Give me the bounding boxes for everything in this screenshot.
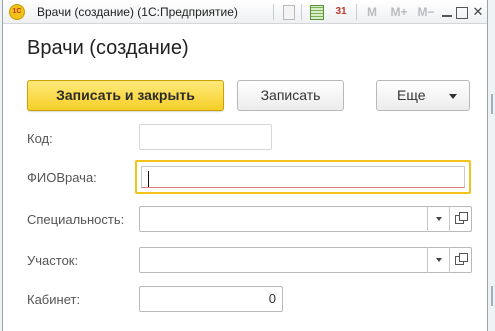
uchastok-open-icon[interactable] bbox=[449, 247, 471, 273]
document-icon[interactable] bbox=[281, 3, 295, 21]
background-mark bbox=[491, 286, 493, 306]
background-strip bbox=[488, 0, 495, 331]
calendar-icon[interactable]: 31 bbox=[333, 3, 349, 21]
save-button[interactable]: Записать bbox=[237, 80, 344, 111]
memory-button[interactable]: M bbox=[365, 3, 379, 21]
uchastok-label: Участок: bbox=[27, 253, 79, 268]
fio-field[interactable] bbox=[135, 160, 471, 194]
uchastok-field[interactable] bbox=[139, 247, 472, 273]
fio-input[interactable] bbox=[141, 166, 465, 188]
chevron-down-icon bbox=[449, 94, 457, 99]
spec-open-icon[interactable] bbox=[449, 206, 471, 232]
toolbar-separator bbox=[273, 4, 274, 20]
save-and-close-button[interactable]: Записать и закрыть bbox=[27, 80, 224, 111]
window-title: Врачи (создание) (1С:Предприятие) bbox=[37, 5, 238, 19]
minimize-icon[interactable] bbox=[441, 3, 453, 21]
kabinet-label: Кабинет: bbox=[27, 292, 81, 307]
kabinet-value: 0 bbox=[268, 291, 276, 306]
background-mark bbox=[491, 94, 493, 114]
memory-minus-button[interactable]: M− bbox=[415, 3, 437, 21]
spec-field[interactable] bbox=[139, 206, 472, 232]
toolbar-separator bbox=[301, 4, 302, 20]
title-bar: 1С Врачи (создание) (1С:Предприятие) 31 … bbox=[3, 0, 487, 24]
fio-label: ФИОВрача: bbox=[27, 170, 97, 185]
uchastok-dropdown-icon[interactable] bbox=[427, 247, 449, 273]
maximize-icon[interactable] bbox=[454, 3, 468, 21]
toolbar-separator bbox=[356, 4, 357, 20]
kod-field[interactable] bbox=[139, 124, 272, 150]
kabinet-field[interactable]: 0 bbox=[139, 286, 283, 312]
form-window: 1С Врачи (создание) (1С:Предприятие) 31 … bbox=[2, 0, 488, 331]
calculator-icon[interactable] bbox=[309, 3, 324, 21]
page-title: Врачи (создание) bbox=[27, 37, 189, 59]
more-button[interactable]: Еще bbox=[376, 80, 470, 111]
more-button-label: Еще bbox=[397, 87, 426, 103]
kod-label: Код: bbox=[27, 131, 53, 146]
text-cursor bbox=[148, 171, 149, 187]
memory-plus-button[interactable]: M+ bbox=[388, 3, 410, 21]
spec-label: Специальность: bbox=[27, 212, 125, 227]
app-logo-icon: 1С bbox=[9, 4, 25, 20]
spec-dropdown-icon[interactable] bbox=[427, 206, 449, 232]
close-icon[interactable]: ✕ bbox=[471, 3, 485, 21]
